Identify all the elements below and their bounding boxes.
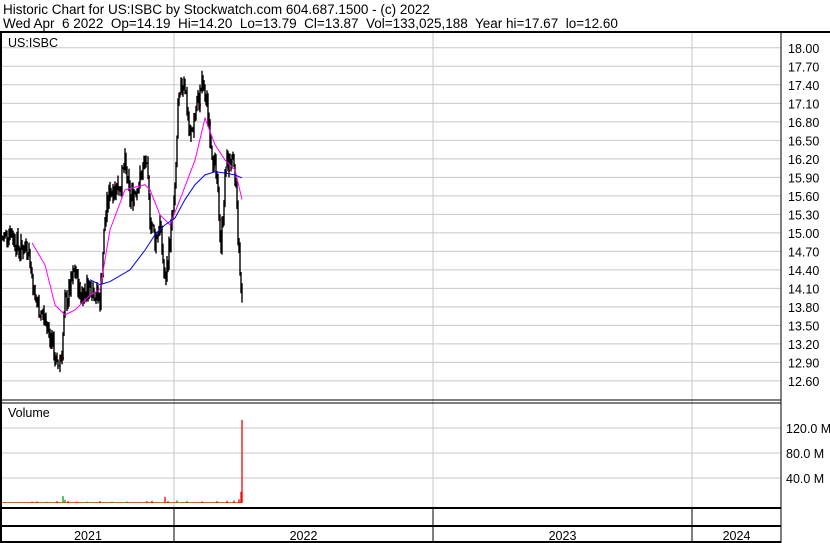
price-tick-label: 12.90 bbox=[788, 356, 819, 370]
price-tick-label: 14.70 bbox=[788, 245, 819, 259]
chart-frame bbox=[0, 31, 830, 543]
year-label: 2022 bbox=[290, 529, 318, 543]
chart-window: Historic Chart for US:ISBC by Stockwatch… bbox=[0, 0, 830, 543]
volume-tick-label: 120.0 M bbox=[786, 422, 830, 436]
stock-chart: US:ISBC Volume 18.00 17.70 17.40 17.10 16.80… bbox=[0, 31, 830, 543]
volume-tick-label: 80.0 M bbox=[786, 447, 824, 461]
year-label: 2024 bbox=[723, 529, 751, 543]
price-tick-label: 14.40 bbox=[788, 264, 819, 278]
price-tick-label: 17.40 bbox=[788, 79, 819, 93]
price-tick-label: 13.50 bbox=[788, 319, 819, 333]
price-tick-label: 17.70 bbox=[788, 60, 819, 74]
volume-tick-label: 40.0 M bbox=[786, 472, 824, 486]
price-tick-label: 15.90 bbox=[788, 171, 819, 185]
price-tick-label: 16.80 bbox=[788, 116, 819, 130]
year-label: 2023 bbox=[549, 529, 577, 543]
price-tick-label: 18.00 bbox=[788, 42, 819, 56]
price-tick-label: 17.10 bbox=[788, 97, 819, 111]
price-marks bbox=[1, 70, 243, 503]
gridlines bbox=[2, 33, 781, 508]
price-tick-label: 13.80 bbox=[788, 301, 819, 315]
price-tick-label: 13.20 bbox=[788, 338, 819, 352]
year-label: 2021 bbox=[74, 529, 102, 543]
price-tick-label: 15.30 bbox=[788, 208, 819, 222]
price-tick-label: 12.60 bbox=[788, 375, 819, 389]
price-tick-label: 15.00 bbox=[788, 227, 819, 241]
price-tick-label: 14.10 bbox=[788, 282, 819, 296]
price-tick-label: 15.60 bbox=[788, 190, 819, 204]
price-tick-label: 16.20 bbox=[788, 153, 819, 167]
symbol-label: US:ISBC bbox=[8, 36, 58, 50]
volume-label: Volume bbox=[8, 406, 50, 420]
price-tick-label: 16.50 bbox=[788, 134, 819, 148]
